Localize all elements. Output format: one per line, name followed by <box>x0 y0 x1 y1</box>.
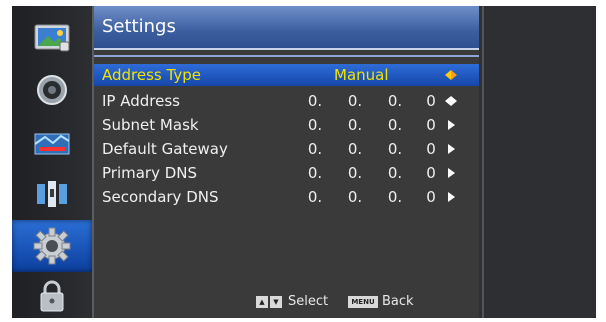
primary-dns-octet-4: 0 <box>426 164 436 182</box>
row-label: Primary DNS <box>102 164 198 182</box>
secondary-dns-octet-1: 0. <box>307 188 323 206</box>
title-bar: Settings <box>94 6 479 50</box>
ip-octet-3[interactable]: 0. <box>380 90 410 112</box>
right-arrow-icon <box>448 192 455 202</box>
right-arrow-icon <box>448 120 455 130</box>
sidebar-item-channel[interactable] <box>20 122 84 166</box>
footer-hints: ▲ ▼ Select MENU Back <box>94 292 479 312</box>
secondary-dns-octet-3: 0. <box>387 188 403 206</box>
page-title: Settings <box>102 16 176 37</box>
primary-dns-octet-2: 0. <box>347 164 363 182</box>
sidebar-item-picture[interactable] <box>20 16 84 60</box>
network-icon <box>37 181 67 207</box>
primary-dns-octet-1: 0. <box>307 164 323 182</box>
back-hint-label: Back <box>382 294 414 309</box>
row-label: Secondary DNS <box>102 188 219 206</box>
settings-row-subnet-mask[interactable]: Subnet Mask 0. 0. 0. 0 <box>94 114 479 136</box>
gateway-octet-3: 0. <box>387 140 403 158</box>
row-label: IP Address <box>102 92 180 110</box>
sound-icon <box>37 75 67 105</box>
sidebar-item-sound[interactable] <box>20 68 84 112</box>
ip-octet-1[interactable]: 0. <box>300 90 330 112</box>
row-label: Subnet Mask <box>102 116 199 134</box>
menu-key-icon: MENU <box>348 296 378 308</box>
up-key-icon: ▲ <box>256 296 268 308</box>
settings-row-ip-address[interactable]: IP Address 0. 0. 0. 0 <box>94 90 479 112</box>
gateway-octet-2: 0. <box>347 140 363 158</box>
down-key-icon: ▼ <box>270 296 282 308</box>
secondary-dns-octet-4: 0 <box>426 188 436 206</box>
row-label: Address Type <box>102 66 201 84</box>
right-arrow-icon <box>448 168 455 178</box>
settings-row-secondary-dns[interactable]: Secondary DNS 0. 0. 0. 0 <box>94 186 479 208</box>
sidebar-item-network[interactable] <box>20 172 84 216</box>
secondary-dns-octet-2: 0. <box>347 188 363 206</box>
gateway-octet-1: 0. <box>307 140 323 158</box>
info-panel <box>482 6 596 318</box>
menu-category-sidebar <box>12 6 94 318</box>
title-divider <box>94 55 479 57</box>
channel-icon <box>34 133 70 155</box>
settings-row-primary-dns[interactable]: Primary DNS 0. 0. 0. 0 <box>94 162 479 184</box>
settings-row-default-gateway[interactable]: Default Gateway 0. 0. 0. 0 <box>94 138 479 160</box>
subnet-octet-3: 0. <box>387 116 403 134</box>
address-type-value: Manual <box>334 66 389 84</box>
row-label: Default Gateway <box>102 140 228 158</box>
left-right-arrow-icon <box>445 96 457 106</box>
settings-gear-icon <box>33 227 71 265</box>
subnet-octet-2: 0. <box>347 116 363 134</box>
picture-icon <box>34 24 70 52</box>
subnet-octet-1: 0. <box>307 116 323 134</box>
primary-dns-octet-3: 0. <box>387 164 403 182</box>
ip-octet-2[interactable]: 0. <box>340 90 370 112</box>
ip-octet-4[interactable]: 0 <box>416 90 446 112</box>
tv-menu-frame: Settings Address Type Manual IP Address … <box>12 6 596 318</box>
settings-row-address-type[interactable]: Address Type Manual <box>94 64 479 86</box>
left-right-arrow-icon <box>445 70 457 80</box>
subnet-octet-4: 0 <box>426 116 436 134</box>
sidebar-item-lock[interactable] <box>20 274 84 318</box>
settings-panel: Settings Address Type Manual IP Address … <box>94 6 479 318</box>
gateway-octet-4: 0 <box>426 140 436 158</box>
lock-icon <box>40 280 64 312</box>
sidebar-item-settings[interactable] <box>12 220 92 272</box>
select-hint-label: Select <box>288 294 329 309</box>
right-arrow-icon <box>448 144 455 154</box>
